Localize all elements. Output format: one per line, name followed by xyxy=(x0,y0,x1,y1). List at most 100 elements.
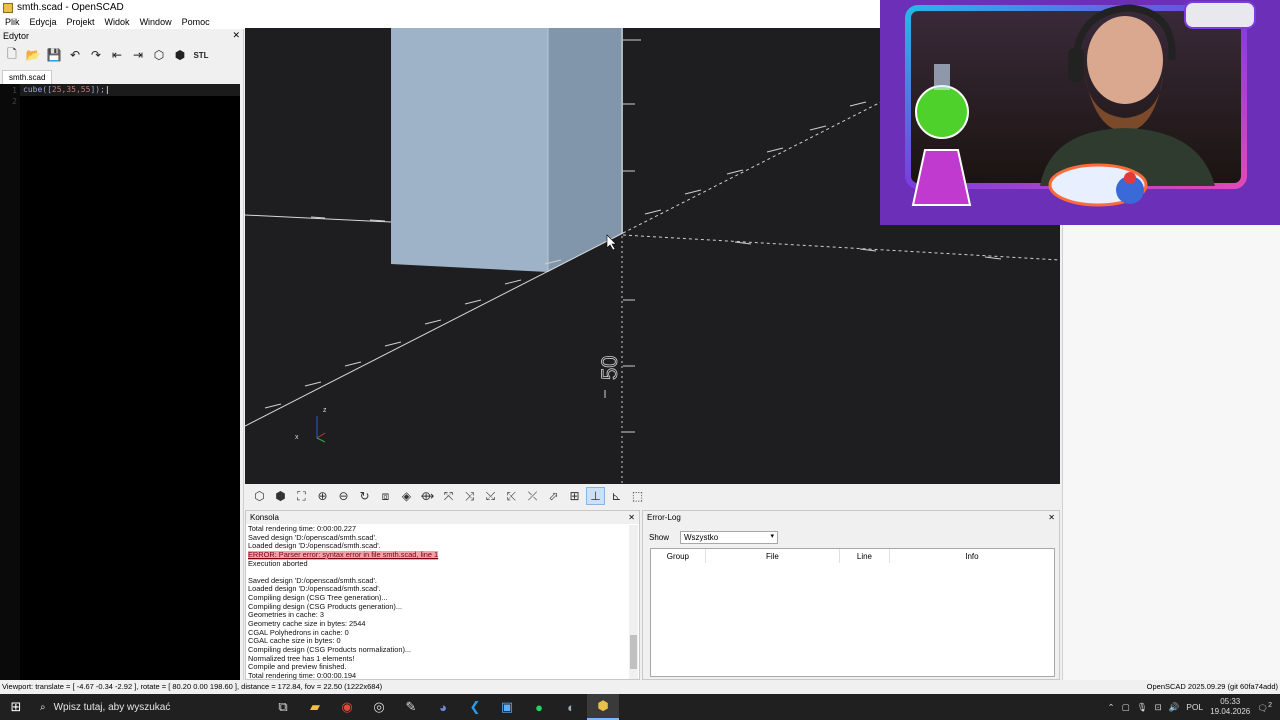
indent-icon[interactable]: ⇥ xyxy=(129,46,147,64)
show-edges-icon[interactable]: ⊞ xyxy=(565,487,584,505)
redo-icon[interactable]: ↷ xyxy=(87,46,105,64)
axis-indicator-x: x xyxy=(295,434,299,441)
code-editor[interactable]: 1 2 cube([25,35,55]);| xyxy=(0,84,240,680)
axis-line xyxy=(622,99,886,234)
error-log-header: Error-Log ✕ xyxy=(643,511,1059,524)
column-header-group[interactable]: Group xyxy=(651,549,706,563)
view-back-icon[interactable]: ⤫ xyxy=(523,487,542,505)
cube-front-face xyxy=(391,28,548,272)
file-explorer-icon[interactable]: ▰ xyxy=(299,694,331,720)
console-header: Konsola ✕ xyxy=(246,511,639,524)
preview-icon[interactable]: ⬡ xyxy=(250,487,269,505)
open-file-icon[interactable]: 📂 xyxy=(24,46,42,64)
webcam-overlay xyxy=(880,0,1280,225)
view-diagonal-icon[interactable]: ⬀ xyxy=(544,487,563,505)
error-log-filter-select[interactable]: Wszystko ▾ xyxy=(680,531,778,544)
editor-title: Edytor xyxy=(3,30,30,41)
title-bar: smth.scad - OpenSCAD xyxy=(0,0,880,15)
preview-icon[interactable]: ⬡ xyxy=(150,46,168,64)
zoom-out-icon[interactable]: ⊖ xyxy=(334,487,353,505)
view-right-icon[interactable]: ⟴ xyxy=(418,487,437,505)
microphone-icon[interactable]: 🎙 xyxy=(1137,702,1148,713)
tray-chevron-up-icon[interactable]: ⌃ xyxy=(1108,702,1115,713)
orthogonal-icon[interactable]: ◈ xyxy=(397,487,416,505)
show-crosshairs-icon[interactable]: ⬚ xyxy=(628,487,647,505)
obs-icon[interactable]: ▣ xyxy=(491,694,523,720)
view-toolbar: ⬡ ⬢ ⛶ ⊕ ⊖ ↻ ⧈ ◈ ⟴ ⤧ ⤨ ⤩ ⤪ ⤫ ⬀ ⊞ ⊥ ⊾ ⬚ xyxy=(245,484,1060,508)
chrome-icon[interactable]: ◉ xyxy=(331,694,363,720)
code-line-1[interactable]: cube([25,35,55]);| xyxy=(20,84,240,96)
console-close-icon[interactable]: ✕ xyxy=(628,513,635,522)
menu-edycja[interactable]: Edycja xyxy=(25,17,62,27)
discord-icon[interactable]: ◕ xyxy=(427,694,459,720)
undo-icon[interactable]: ↶ xyxy=(66,46,84,64)
search-placeholder: Wpisz tutaj, aby wyszukać xyxy=(53,701,171,713)
network-icon[interactable]: ⊡ xyxy=(1154,702,1161,713)
error-log-close-icon[interactable]: ✕ xyxy=(1048,513,1055,522)
spotify-icon[interactable]: ● xyxy=(523,694,555,720)
line-number: 2 xyxy=(12,97,17,106)
view-front-icon[interactable]: ⤪ xyxy=(502,487,521,505)
perspective-icon[interactable]: ⧈ xyxy=(376,487,395,505)
console-title: Konsola xyxy=(250,513,279,522)
code-args: 25,35,55 xyxy=(51,85,91,94)
error-log-panel: Error-Log ✕ Show Wszystko ▾ Group File L… xyxy=(642,510,1060,680)
column-header-file[interactable]: File xyxy=(706,549,841,563)
menu-pomoc[interactable]: Pomoc xyxy=(177,17,215,27)
column-header-line[interactable]: Line xyxy=(840,549,890,563)
axis-line xyxy=(622,234,1060,261)
menu-bar: Plik Edycja Projekt Widok Window Pomoc xyxy=(0,15,880,29)
render-icon[interactable]: ⬢ xyxy=(171,46,189,64)
axis-indicator-z: z xyxy=(323,407,327,414)
clock-time: 05:33 xyxy=(1220,697,1241,706)
tray-app-icon[interactable]: ▢ xyxy=(1122,702,1130,713)
editor-toolbar: 🗋 📂 💾 ↶ ↷ ⇤ ⇥ ⬡ ⬢ STL xyxy=(0,42,243,68)
view-top-icon[interactable]: ⤧ xyxy=(439,487,458,505)
vscode-icon[interactable]: ❮ xyxy=(459,694,491,720)
status-bar: Viewport: translate = [ -4.67 -0.34 -2.9… xyxy=(0,682,1280,693)
new-file-icon[interactable]: 🗋 xyxy=(3,46,21,64)
render-icon[interactable]: ⬢ xyxy=(271,487,290,505)
view-bottom-icon[interactable]: ⤨ xyxy=(460,487,479,505)
volume-icon[interactable]: 🔊 xyxy=(1169,702,1180,713)
zoom-in-icon[interactable]: ⊕ xyxy=(313,487,332,505)
github-icon[interactable]: ◎ xyxy=(363,694,395,720)
window-title: smth.scad - OpenSCAD xyxy=(17,2,124,13)
show-axes-icon[interactable]: ⊥ xyxy=(586,487,605,505)
editor-close-icon[interactable]: ✕ xyxy=(232,30,240,41)
windows-start-icon[interactable]: ⊞ xyxy=(0,694,32,720)
console-scrollbar[interactable] xyxy=(629,525,638,679)
save-file-icon[interactable]: 💾 xyxy=(45,46,63,64)
menu-plik[interactable]: Plik xyxy=(0,17,25,27)
export-stl-icon[interactable]: STL xyxy=(192,46,210,64)
unindent-icon[interactable]: ⇤ xyxy=(108,46,126,64)
task-view-icon[interactable]: ⧉ xyxy=(267,694,299,720)
cube-side-face xyxy=(548,28,623,272)
console-output: Total rendering time: 0:00:00.227 Saved … xyxy=(248,524,628,681)
openscad-taskbar-icon[interactable]: ⬢ xyxy=(587,694,619,720)
openscad-app-icon xyxy=(3,2,13,13)
taskbar-search[interactable]: ⌕ Wpisz tutaj, aby wyszukać xyxy=(32,694,262,720)
tab-smth-scad[interactable]: smth.scad xyxy=(2,70,53,84)
console-scroll-thumb[interactable] xyxy=(630,635,637,669)
clock[interactable]: 05:33 19.04.2026 xyxy=(1210,697,1250,717)
menu-window[interactable]: Window xyxy=(135,17,177,27)
system-tray: ⌃ ▢ 🎙 ⊡ 🔊 POL 05:33 19.04.2026 🗨2 xyxy=(1108,697,1280,717)
view-all-icon[interactable]: ⛶ xyxy=(292,487,311,505)
text-cursor: | xyxy=(104,85,110,94)
column-header-info[interactable]: Info xyxy=(890,549,1054,563)
notification-count: 2 xyxy=(1268,700,1272,709)
menu-projekt[interactable]: Projekt xyxy=(62,17,100,27)
error-log-table-header: Group File Line Info xyxy=(651,549,1054,563)
view-left-icon[interactable]: ⤩ xyxy=(481,487,500,505)
pen-icon[interactable]: ✎ xyxy=(395,694,427,720)
error-log-table: Group File Line Info xyxy=(650,548,1055,677)
language-indicator[interactable]: POL xyxy=(1186,702,1203,712)
error-log-title: Error-Log xyxy=(647,513,681,522)
menu-widok[interactable]: Widok xyxy=(100,17,135,27)
line-number: 1 xyxy=(12,86,17,95)
reset-view-icon[interactable]: ↻ xyxy=(355,487,374,505)
steam-icon[interactable]: ◐ xyxy=(555,694,587,720)
notifications-icon[interactable]: 🗨2 xyxy=(1257,701,1272,714)
show-scale-icon[interactable]: ⊾ xyxy=(607,487,626,505)
